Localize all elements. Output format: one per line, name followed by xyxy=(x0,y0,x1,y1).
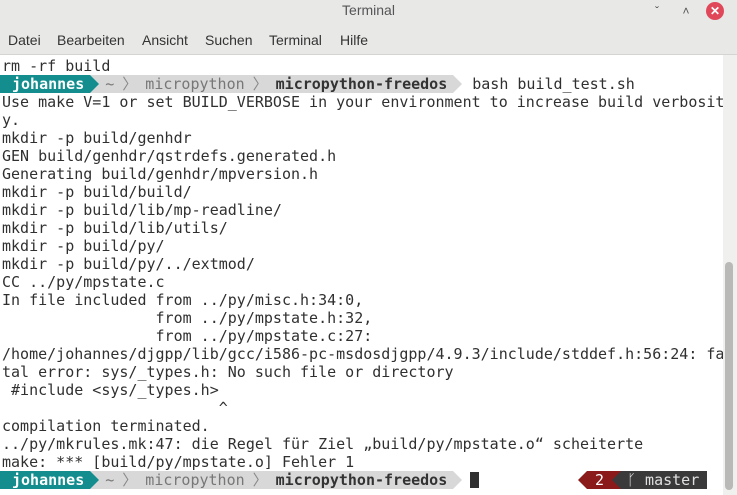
jobs-count: 2 xyxy=(587,471,613,489)
chevron-right-icon: 〉 xyxy=(250,471,270,489)
output-line: Use make V=1 or set BUILD_VERBOSE in you… xyxy=(2,93,723,111)
output-line: ^ xyxy=(2,399,228,417)
output-line: #include <sys/_types.h> xyxy=(2,381,219,399)
prompt-command: bash build_test.sh xyxy=(472,75,635,93)
scrollbar-thumb[interactable] xyxy=(725,262,733,490)
output-line: Generating build/genhdr/mpversion.h xyxy=(2,165,319,183)
powerline-arrow-icon xyxy=(453,471,463,489)
powerline-arrow-icon xyxy=(90,75,100,93)
prompt-user: johannes xyxy=(0,471,91,489)
terminal-area[interactable]: rm -rf build johannes ~ 〉 micropython 〉 micro… xyxy=(0,55,723,495)
output-line: mkdir -p build/build/ xyxy=(2,183,192,201)
window-title: Terminal xyxy=(342,2,395,18)
chevron-right-icon: 〉 xyxy=(250,75,270,93)
output-line: mkdir -p build/lib/mp-readline/ xyxy=(2,201,282,219)
menu-suchen[interactable]: Suchen xyxy=(205,32,252,48)
output-line: GEN build/genhdr/qstrdefs.generated.h xyxy=(2,147,337,165)
close-icon[interactable]: ✕ xyxy=(706,2,724,20)
git-branch: ᚴ master xyxy=(621,471,708,489)
menu-datei[interactable]: Datei xyxy=(8,32,41,48)
prompt-line: johannes ~ 〉 micropython 〉 micropython-freedo… xyxy=(0,75,635,93)
output-line: mkdir -p build/py/../extmod/ xyxy=(2,255,255,273)
output-line: CC ../py/mpstate.c xyxy=(2,273,165,291)
output-line: from ../py/mpstate.h:32, xyxy=(2,309,373,327)
powerline-arrow-icon xyxy=(90,471,100,489)
maximize-icon[interactable]: ˄ xyxy=(677,2,695,20)
prompt-dir: micropython xyxy=(139,471,251,489)
output-line: /home/johannes/djgpp/lib/gcc/i586-pc-msd… xyxy=(2,345,723,363)
output-line: ../py/mkrules.mk:47: die Regel für Ziel … xyxy=(2,435,644,453)
minimize-icon[interactable]: ˇ xyxy=(648,2,666,20)
output-line: rm -rf build xyxy=(2,57,111,75)
menu-terminal[interactable]: Terminal xyxy=(269,32,322,48)
prompt-home: ~ xyxy=(99,471,121,489)
output-line: mkdir -p build/py/ xyxy=(2,237,165,255)
powerline-arrow-icon xyxy=(578,471,587,489)
text-cursor xyxy=(470,472,479,488)
output-line: In file included from ../py/misc.h:34:0, xyxy=(2,291,364,309)
menu-ansicht[interactable]: Ansicht xyxy=(142,32,188,48)
menu-bearbeiten[interactable]: Bearbeiten xyxy=(57,32,125,48)
prompt-home: ~ xyxy=(99,75,121,93)
powerline-arrow-icon xyxy=(612,471,622,489)
output-line: compilation terminated. xyxy=(2,417,210,435)
prompt-user: johannes xyxy=(0,75,91,93)
title-bar: Terminal ˇ ˄ ✕ xyxy=(0,0,737,22)
menu-hilfe[interactable]: Hilfe xyxy=(340,32,368,48)
output-line: make: *** [build/py/mpstate.o] Fehler 1 xyxy=(2,453,355,471)
output-line: from ../py/mpstate.c:27: xyxy=(2,327,373,345)
powerline-arrow-icon xyxy=(453,75,463,93)
prompt-current-dir: micropython-freedos xyxy=(269,75,454,93)
right-prompt: 2 ᚴ master xyxy=(578,471,708,489)
chevron-right-icon: 〉 xyxy=(120,75,140,93)
chevron-right-icon: 〉 xyxy=(120,471,140,489)
prompt-line: johannes ~ 〉 micropython 〉 micropython-freedo… xyxy=(0,471,463,489)
output-line: mkdir -p build/genhdr xyxy=(2,129,192,147)
output-line: tal error: sys/_types.h: No such file or… xyxy=(2,363,454,381)
prompt-current-dir: micropython-freedos xyxy=(269,471,454,489)
output-line: mkdir -p build/lib/utils/ xyxy=(2,219,228,237)
prompt-dir: micropython xyxy=(139,75,251,93)
menu-bar: Datei Bearbeiten Ansicht Suchen Terminal… xyxy=(0,26,737,55)
output-line: y. xyxy=(2,111,21,129)
